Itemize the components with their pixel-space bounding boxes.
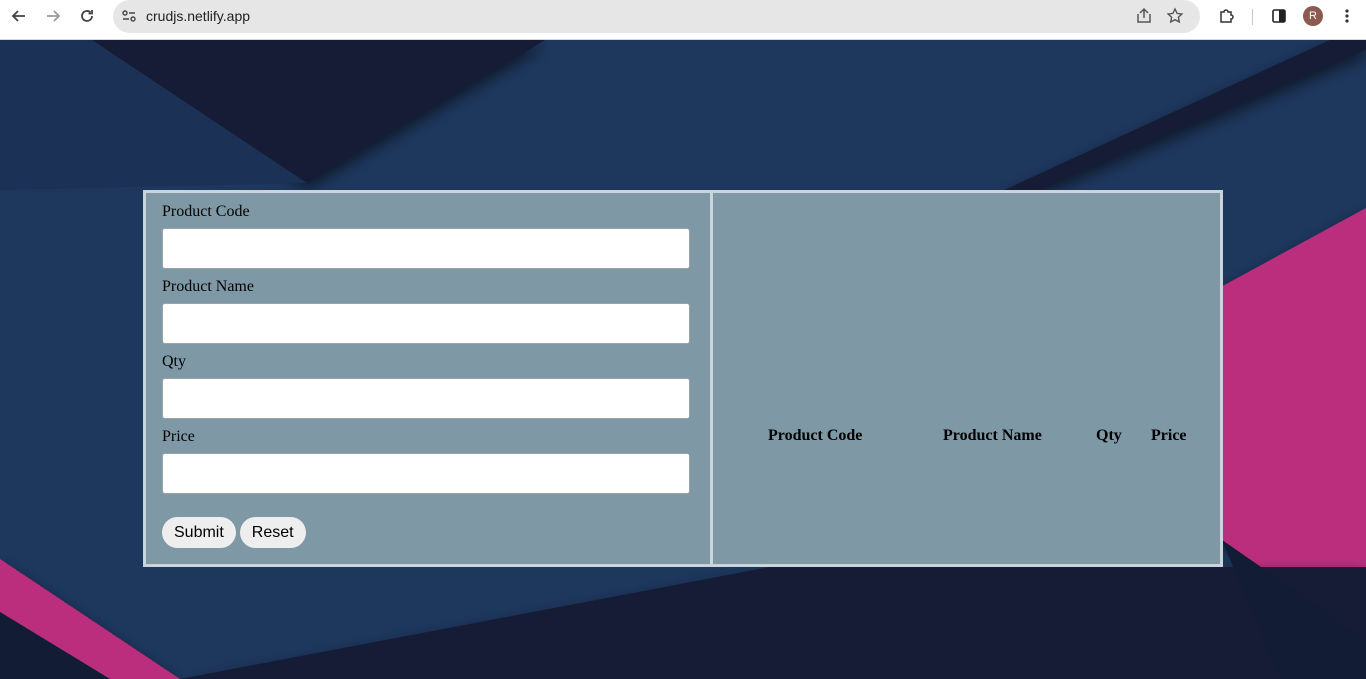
column-header-price: Price: [1151, 427, 1187, 444]
submit-button[interactable]: Submit: [162, 517, 236, 548]
browser-menu-button[interactable]: [1334, 4, 1360, 28]
toolbar-divider: [1252, 9, 1253, 25]
price-label: Price: [162, 428, 195, 445]
qty-label: Qty: [162, 353, 186, 370]
address-bar[interactable]: crudjs.netlify.app: [113, 0, 1200, 33]
reload-icon: [81, 10, 93, 22]
star-icon[interactable]: [1166, 7, 1184, 25]
product-form: Product Code Product Name Qty Price Subm…: [145, 192, 712, 565]
extensions-button[interactable]: [1214, 4, 1240, 28]
product-code-label: Product Code: [162, 203, 250, 220]
qty-input[interactable]: [162, 378, 690, 419]
puzzle-icon: [1220, 9, 1234, 23]
column-header-qty: Qty: [1096, 427, 1122, 444]
arrow-right-icon: [47, 10, 61, 22]
price-input[interactable]: [162, 453, 690, 494]
profile-avatar[interactable]: R: [1303, 6, 1323, 26]
column-header-product-code: Product Code: [768, 427, 863, 444]
forward-button[interactable]: [38, 4, 68, 28]
site-info-icon[interactable]: [121, 8, 137, 24]
page-content: Product Code Product Name Qty Price Subm…: [0, 40, 1366, 679]
crud-layout-table: Product Code Product Name Qty Price Subm…: [143, 190, 1223, 567]
share-icon[interactable]: [1135, 7, 1153, 25]
side-panel-icon: [1272, 9, 1286, 23]
side-panel-button[interactable]: [1266, 4, 1292, 28]
product-name-input[interactable]: [162, 303, 690, 344]
product-code-input[interactable]: [162, 228, 690, 269]
url-text: crudjs.netlify.app: [146, 8, 251, 24]
form-actions: Submit Reset: [162, 517, 694, 548]
reload-button[interactable]: [72, 4, 102, 28]
kebab-menu-icon: [1345, 9, 1349, 23]
reset-button[interactable]: Reset: [239, 517, 306, 548]
arrow-left-icon: [11, 10, 25, 22]
back-button[interactable]: [4, 4, 34, 28]
column-header-product-name: Product Name: [943, 427, 1042, 444]
browser-toolbar: crudjs.netlify.app R: [0, 0, 1366, 40]
product-list: Product Code Product Name Qty Price: [712, 192, 1221, 565]
product-name-label: Product Name: [162, 278, 254, 295]
